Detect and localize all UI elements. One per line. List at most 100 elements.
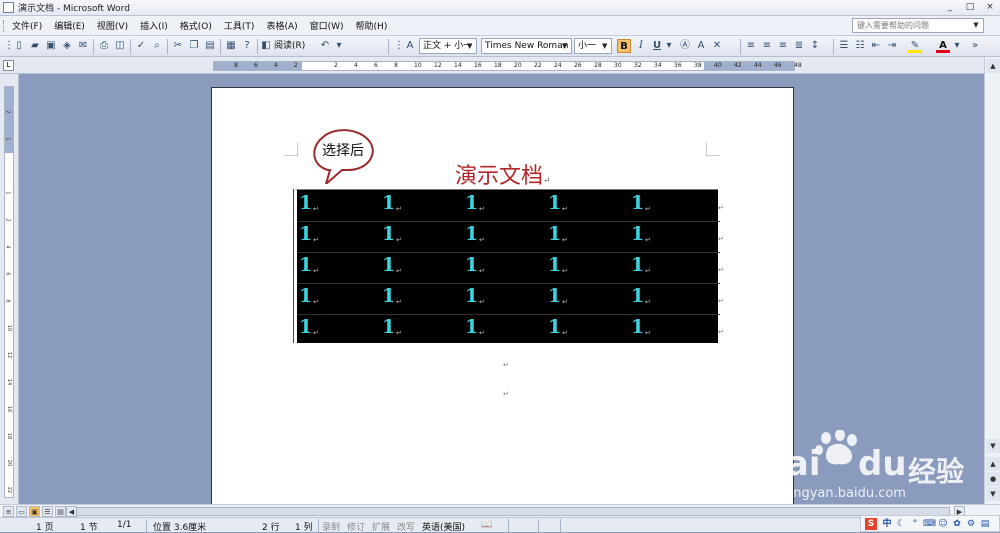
table-cell[interactable]: 1 xyxy=(299,285,312,307)
menu-format[interactable]: 格式(O) xyxy=(174,19,218,32)
table-cell[interactable]: 1 xyxy=(631,223,644,245)
moon-icon[interactable]: ☾ xyxy=(895,518,907,530)
help-search-input[interactable]: 键入需要帮助的问题 ▼ xyxy=(852,18,984,33)
reading-view-icon[interactable]: ▤ xyxy=(55,506,66,517)
table-cell[interactable]: 1 xyxy=(382,285,395,307)
table-cell[interactable]: 1 xyxy=(631,254,644,276)
print-preview-icon[interactable]: ◫ xyxy=(113,39,127,53)
table-cell[interactable]: 1 xyxy=(382,223,395,245)
char-shading-icon[interactable]: A xyxy=(694,39,708,53)
table-cell[interactable]: 1 xyxy=(465,223,478,245)
styles-icon[interactable]: A xyxy=(403,39,417,53)
soft-keyboard-icon[interactable]: ⌨ xyxy=(923,518,936,530)
table-cell[interactable]: 1 xyxy=(382,192,395,214)
research-icon[interactable]: ⌕ xyxy=(150,39,164,53)
scroll-down-icon[interactable]: ▼ xyxy=(986,439,1000,453)
char-scale-icon[interactable]: ✕ xyxy=(710,39,724,53)
italic-button[interactable]: I xyxy=(634,39,648,53)
horizontal-scrollbar[interactable]: ≡ ▭ ▣ ☰ ▤ ◀ ▶ xyxy=(0,504,1000,517)
align-center-icon[interactable]: ≡ xyxy=(760,39,774,53)
table-icon[interactable]: ▦ xyxy=(224,39,238,53)
table-cell[interactable]: 1 xyxy=(631,316,644,338)
paste-icon[interactable]: ▤ xyxy=(203,39,217,53)
selected-table[interactable]: 1 ↵ 1 ↵ 1 ↵ 1 ↵ 1 ↵ 1 ↵ 1 ↵ 1 ↵ 1 ↵ 1 ↵ 1 ↵ 1 ↵ 1 ↵ 1 ↵ 1 ↵ 1 ↵ 1 ↵ 1 ↵ 1 ↵ 1 ↵… xyxy=(295,189,720,343)
style-dropdown[interactable]: 正文 + 小一 ▼ xyxy=(419,38,477,54)
table-cell[interactable]: 1 xyxy=(299,254,312,276)
cut-icon[interactable]: ✂ xyxy=(171,39,185,53)
table-cell[interactable]: 1 xyxy=(631,192,644,214)
tab-selector[interactable]: L xyxy=(3,60,14,71)
font-dropdown[interactable]: Times New Roman ▼ xyxy=(481,38,572,54)
emoji-icon[interactable]: ☺ xyxy=(937,518,949,530)
document-page[interactable]: 选择后 演示文档↵ 1 ↵ 1 ↵ 1 ↵ 1 ↵ 1 ↵ 1 ↵ 1 ↵ 1 ↵ 1 ↵ 1 ↵ 1 ↵ 1 ↵ 1 ↵ 1 ↵ 1 ↵… xyxy=(211,87,794,507)
table-cell[interactable]: 1 xyxy=(548,223,561,245)
horizontal-ruler[interactable]: 8 6 4 2 2 4 6 8 10 12 14 16 18 20 22 24 26 28 30 32 34 36 38 40… xyxy=(213,61,802,71)
numbering-icon[interactable]: ☰ xyxy=(837,39,851,53)
table-cell[interactable]: 1 xyxy=(548,285,561,307)
outline-view-icon[interactable]: ☰ xyxy=(42,506,53,517)
email-icon[interactable]: ✉ xyxy=(76,39,90,53)
menu-tools[interactable]: 工具(T) xyxy=(218,19,261,32)
ime-mode-button[interactable]: 中 xyxy=(881,518,893,530)
menu-help[interactable]: 帮助(H) xyxy=(350,19,394,32)
menu-icon[interactable]: ▤ xyxy=(979,518,991,530)
menu-table[interactable]: 表格(A) xyxy=(260,19,303,32)
horizontal-scroll-thumb[interactable] xyxy=(76,507,950,516)
font-color-dropdown-icon[interactable]: ▾ xyxy=(950,39,964,53)
save-icon[interactable]: ▣ xyxy=(44,39,58,53)
increase-indent-icon[interactable]: ⇥ xyxy=(885,39,899,53)
undo-icon[interactable]: ↶ xyxy=(318,39,332,53)
table-cell[interactable]: 1 xyxy=(465,285,478,307)
bold-button[interactable]: B xyxy=(617,39,631,53)
table-cell[interactable]: 1 xyxy=(382,254,395,276)
minimize-button[interactable]: _ xyxy=(944,1,956,13)
table-cell[interactable]: 1 xyxy=(299,223,312,245)
tools-icon[interactable]: ⚙ xyxy=(965,518,977,530)
align-right-icon[interactable]: ≡ xyxy=(776,39,790,53)
print-icon[interactable]: ⎙ xyxy=(97,39,111,53)
web-view-icon[interactable]: ▭ xyxy=(16,506,27,517)
table-cell[interactable]: 1 xyxy=(299,316,312,338)
table-cell[interactable]: 1 xyxy=(299,192,312,214)
spelling-icon[interactable]: ✓ xyxy=(134,39,148,53)
previous-page-icon[interactable]: ▲ xyxy=(986,457,1000,471)
table-cell[interactable]: 1 xyxy=(465,254,478,276)
scroll-up-icon[interactable]: ▲ xyxy=(986,59,1000,73)
bullets-icon[interactable]: ☷ xyxy=(853,39,867,53)
help-icon[interactable]: ? xyxy=(240,39,254,53)
line-spacing-icon[interactable]: ↕ xyxy=(808,39,822,53)
close-button[interactable]: × xyxy=(984,1,996,13)
table-cell[interactable]: 1 xyxy=(548,192,561,214)
vertical-ruler[interactable]: 2 1 1 2 4 6 8 10 12 14 16 18 20 22 xyxy=(0,74,19,504)
table-cell[interactable]: 1 xyxy=(465,316,478,338)
menu-window[interactable]: 窗口(W) xyxy=(304,19,350,32)
table-cell[interactable]: 1 xyxy=(548,254,561,276)
menu-insert[interactable]: 插入(I) xyxy=(134,19,174,32)
open-folder-icon[interactable]: ▰ xyxy=(28,39,42,53)
spelling-status-icon[interactable]: 📖 xyxy=(481,520,492,530)
normal-view-icon[interactable]: ≡ xyxy=(3,506,14,517)
underline-dropdown-icon[interactable]: ▾ xyxy=(662,39,676,53)
next-page-icon[interactable]: ▼ xyxy=(986,487,1000,501)
print-layout-icon[interactable]: ▣ xyxy=(29,506,40,517)
status-language[interactable]: 英语(美国) xyxy=(422,520,465,533)
permission-icon[interactable]: ◈ xyxy=(60,39,74,53)
undo-dropdown-icon[interactable]: ▾ xyxy=(332,39,346,53)
skin-icon[interactable]: ✿ xyxy=(951,518,963,530)
table-cell[interactable]: 1 xyxy=(465,192,478,214)
vertical-scrollbar[interactable]: ▲ ▼ ▲ ● ▼ xyxy=(984,57,1000,504)
document-heading[interactable]: 演示文档↵ xyxy=(455,158,551,190)
table-cell[interactable]: 1 xyxy=(631,285,644,307)
word-app-icon[interactable] xyxy=(3,2,14,13)
align-left-icon[interactable]: ≡ xyxy=(744,39,758,53)
read-mode-button[interactable]: 阅读(R) xyxy=(274,39,305,53)
help-dropdown-icon[interactable]: ▼ xyxy=(971,21,981,31)
justify-icon[interactable]: ≣ xyxy=(792,39,806,53)
toolbar-options-icon[interactable]: » xyxy=(968,39,982,53)
sogou-brand-icon[interactable]: S xyxy=(865,518,877,530)
table-cell[interactable]: 1 xyxy=(548,316,561,338)
new-document-icon[interactable]: ▯ xyxy=(12,39,26,53)
status-record[interactable]: 录制 xyxy=(322,520,340,533)
menu-edit[interactable]: 编辑(E) xyxy=(48,19,91,32)
punctuation-icon[interactable]: ° xyxy=(909,518,921,530)
